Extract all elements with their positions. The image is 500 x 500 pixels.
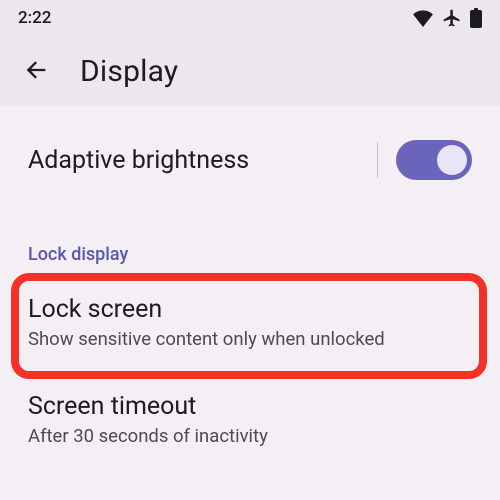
vertical-divider <box>377 142 378 178</box>
screen-timeout-title: Screen timeout <box>28 392 472 421</box>
section-lock-display: Lock display <box>0 210 500 275</box>
setting-adaptive-brightness[interactable]: Adaptive brightness <box>0 110 500 210</box>
wifi-icon <box>412 9 434 27</box>
page-title: Display <box>80 54 178 89</box>
adaptive-brightness-toggle[interactable] <box>396 140 472 180</box>
app-bar: Display <box>0 36 500 106</box>
adaptive-brightness-control <box>377 140 472 180</box>
lock-screen-subtitle: Show sensitive content only when unlocke… <box>28 328 472 350</box>
status-time: 2:22 <box>18 8 51 28</box>
status-bar: 2:22 <box>0 0 500 36</box>
battery-icon <box>470 8 482 28</box>
setting-lock-screen[interactable]: Lock screen Show sensitive content only … <box>0 275 500 372</box>
back-button[interactable] <box>16 51 56 91</box>
setting-screen-timeout[interactable]: Screen timeout After 30 seconds of inact… <box>0 372 500 469</box>
status-icons <box>412 8 482 28</box>
toggle-thumb <box>437 145 467 175</box>
screen-timeout-subtitle: After 30 seconds of inactivity <box>28 425 472 447</box>
airplane-icon <box>442 8 462 28</box>
back-arrow-icon <box>22 56 50 87</box>
lock-screen-title: Lock screen <box>28 295 472 324</box>
settings-list: Adaptive brightness Lock display Lock sc… <box>0 106 500 469</box>
adaptive-brightness-label: Adaptive brightness <box>28 146 249 175</box>
